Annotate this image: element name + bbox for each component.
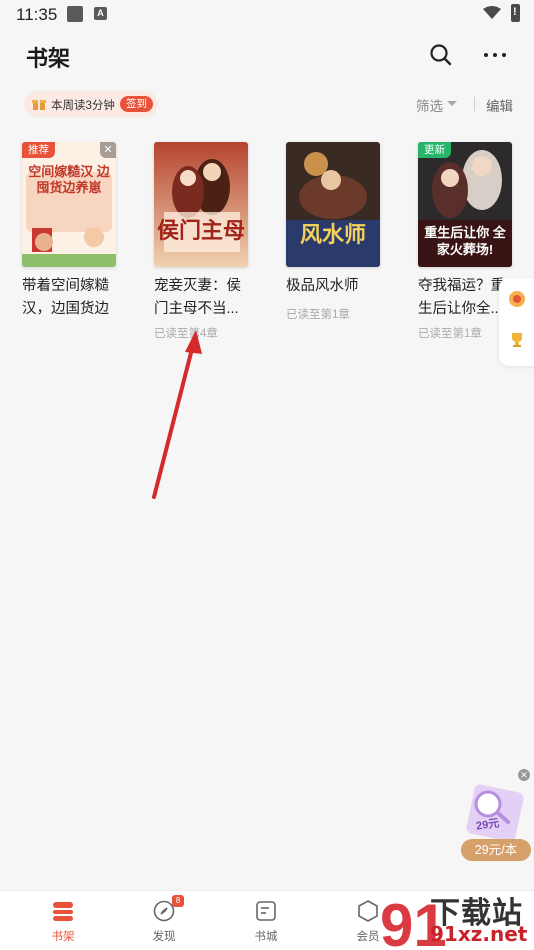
- compass-reward-icon[interactable]: [508, 290, 526, 308]
- weekly-reading-text: 本周读3分钟: [51, 100, 115, 112]
- book-tag: 推荐: [22, 142, 55, 158]
- tab-discover[interactable]: 8 发现: [114, 891, 214, 950]
- discover-badge: 8: [172, 895, 184, 907]
- cover-title-text: 风水师: [299, 222, 366, 247]
- book-title: 带着空间嫁糙汉，边国货边养: [22, 278, 109, 317]
- cover-title-text: 空间嫁糙汉 边囤货边养崽: [28, 164, 110, 195]
- filter-button[interactable]: 筛选: [416, 95, 443, 115]
- header: 书架: [0, 30, 534, 80]
- book-card[interactable]: 风水师 极品风水师 已读至第1章: [286, 142, 386, 322]
- tab-label: 书架: [51, 931, 75, 943]
- tab-label: 发现: [152, 931, 176, 943]
- bookshelf-icon: [53, 902, 73, 921]
- book-cover[interactable]: 重生后让你 全家火葬场! 更新: [418, 142, 512, 267]
- cover-title-text: 重生后让你 全家火葬场!: [424, 225, 506, 257]
- weekly-reading-pill[interactable]: 本周读3分钟 签到: [24, 91, 158, 117]
- book-store-icon: [256, 901, 276, 921]
- page-title: 书架: [26, 46, 71, 71]
- book-card[interactable]: 空间嫁糙汉 边囤货边养崽 推荐 ✕ 带着空间嫁糙汉，边国货边养: [22, 142, 122, 321]
- status-time: 11:35: [16, 5, 58, 24]
- book-cover[interactable]: 空间嫁糙汉 边囤货边养崽 推荐 ✕: [22, 142, 116, 267]
- trophy-icon[interactable]: [508, 330, 526, 348]
- book-cover[interactable]: 风水师: [286, 142, 380, 267]
- book-cover[interactable]: 侯门主母: [154, 142, 248, 267]
- tab-bookstore[interactable]: 书城: [216, 891, 316, 950]
- close-icon[interactable]: ✕: [100, 142, 116, 158]
- book-tag: 更新: [418, 142, 451, 158]
- promo-badge-text: 29元: [475, 817, 501, 833]
- battery-icon: [511, 4, 520, 22]
- wifi-icon: [483, 6, 501, 19]
- promo-price[interactable]: 29元/本: [461, 839, 531, 861]
- reading-progress: 已读至第1章: [286, 309, 350, 321]
- vip-icon: [358, 900, 378, 922]
- filter-dropdown-icon: [447, 101, 457, 106]
- book-title: 宠妾灭妻：侯门主母不当...: [154, 278, 241, 317]
- notification-icon: [67, 6, 83, 22]
- a-notification-icon: A: [94, 7, 107, 20]
- signin-button[interactable]: 签到: [120, 96, 153, 112]
- toolbar-divider: [474, 97, 475, 111]
- status-bar: 11:35 A: [0, 0, 534, 28]
- side-widget-rail: [499, 278, 534, 366]
- tab-label: 书城: [254, 931, 278, 943]
- tab-bookshelf[interactable]: 书架: [13, 891, 113, 950]
- reading-progress: 已读至第4章: [154, 328, 218, 340]
- cover-title-text: 侯门主母: [156, 218, 245, 244]
- promo-close-icon[interactable]: ✕: [518, 769, 530, 781]
- search-icon[interactable]: [428, 42, 454, 68]
- more-icon[interactable]: [481, 42, 509, 68]
- book-card[interactable]: 侯门主母 宠妾灭妻：侯门主母不当... 已读至第4章: [154, 142, 254, 341]
- gift-icon: [32, 100, 46, 110]
- edit-button[interactable]: 编辑: [486, 95, 513, 115]
- book-title: 极品风水师: [286, 278, 359, 294]
- watermark-text-en: 91xz.net: [430, 922, 528, 946]
